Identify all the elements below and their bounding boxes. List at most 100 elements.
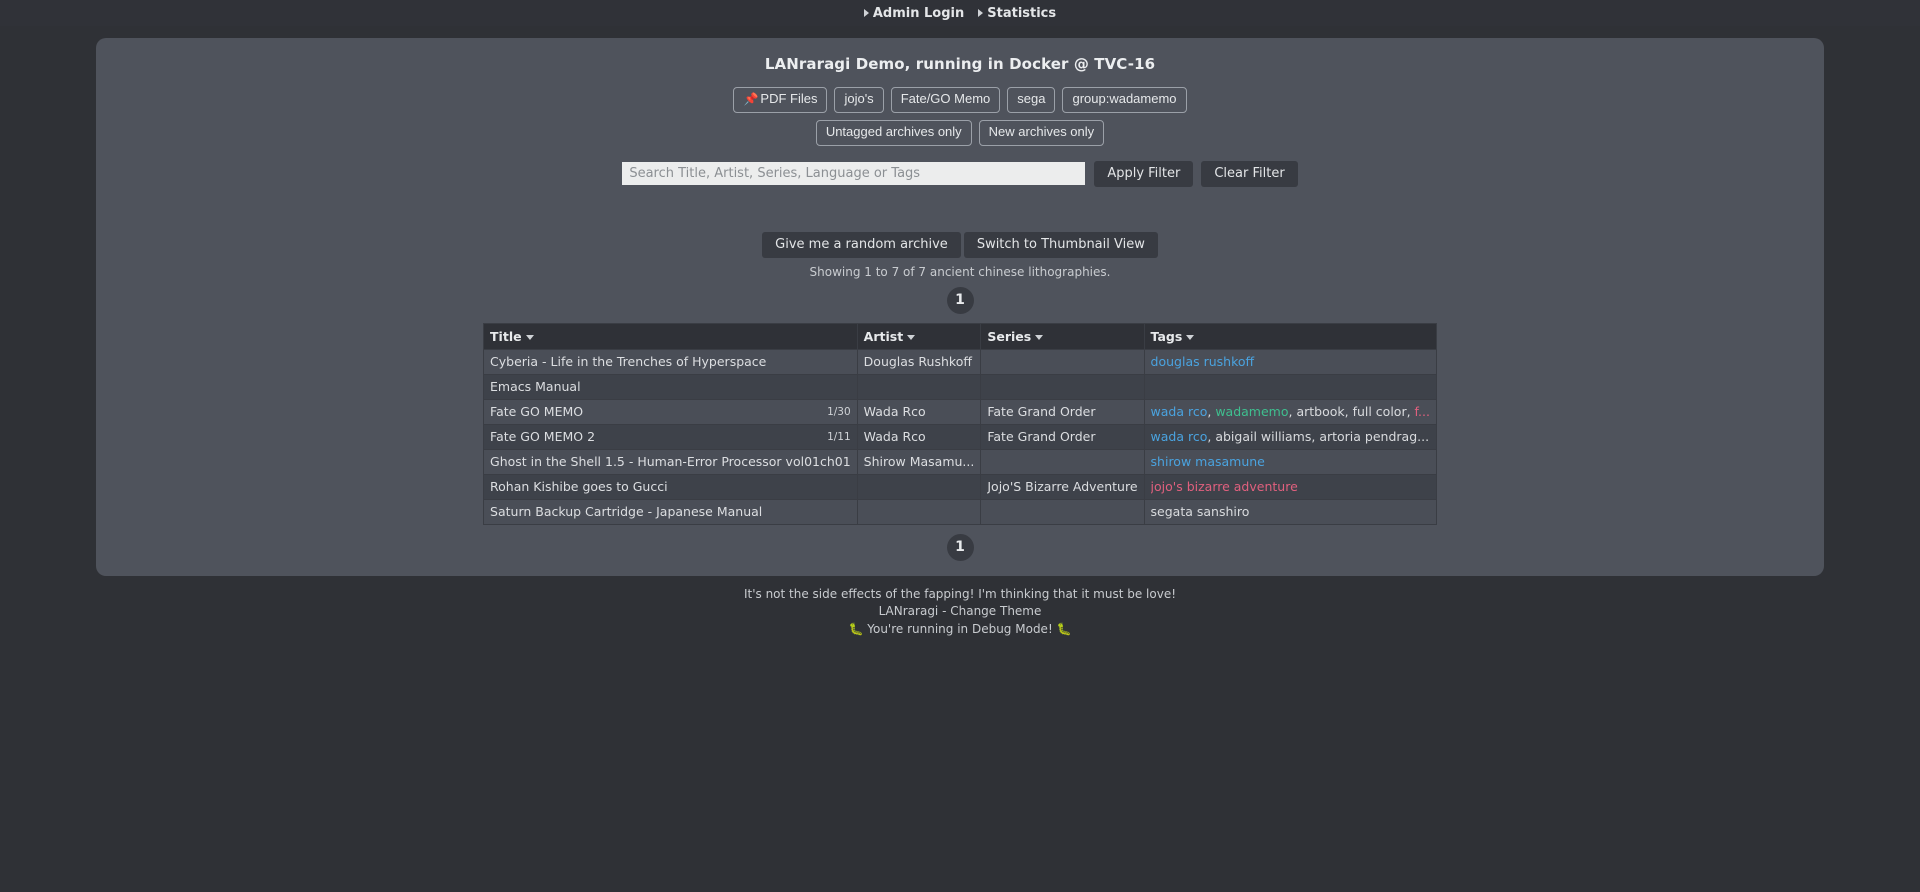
sort-caret-icon: [907, 334, 916, 340]
table-row[interactable]: Fate GO MEMO 1/30 Wada Rco Fate Grand Order…: [483, 398, 1437, 425]
filter-pill-0-label: PDF Files: [760, 91, 818, 106]
archive-table: Title Artist Series Tags Cyberia - Life …: [483, 322, 1437, 525]
tag-list: shirow masamune: [1150, 453, 1265, 469]
filter-pill-1-label: jojo's: [844, 91, 874, 106]
filter-pill-4[interactable]: group:wadamemo: [1062, 87, 1187, 113]
filter-pill-2[interactable]: Fate/GO Memo: [890, 87, 1001, 113]
filter-toggle-1-label: New archives only: [988, 123, 1095, 139]
filter-pill-0[interactable]: 📌 PDF Files: [733, 87, 828, 113]
artist-value: Wada Rco: [863, 403, 926, 419]
cell-title[interactable]: Emacs Manual: [483, 373, 858, 400]
cell-series: Fate Grand Order: [980, 398, 1145, 425]
page-button-1-bottom[interactable]: 1: [946, 533, 974, 561]
table-row[interactable]: Emacs Manual: [483, 373, 1437, 400]
random-archive-button[interactable]: Give me a random archive: [762, 231, 961, 258]
cell-series: Fate Grand Order: [980, 423, 1145, 450]
table-header-row: Title Artist Series Tags: [483, 322, 1437, 350]
cell-series: Jojo'S Bizarre Adventure: [980, 473, 1145, 500]
cell-tags[interactable]: [1143, 373, 1437, 400]
cell-artist: Wada Rco: [856, 398, 982, 425]
action-row: Give me a random archive Switch to Thumb…: [96, 231, 1824, 258]
pagination-top: 1: [96, 286, 1824, 314]
cell-title[interactable]: Rohan Kishibe goes to Gucci: [483, 473, 858, 500]
archive-title: Cyberia - Life in the Trenches of Hypers…: [490, 353, 767, 369]
search-input[interactable]: [622, 162, 1086, 186]
table-row[interactable]: Saturn Backup Cartridge - Japanese Manua…: [483, 498, 1437, 525]
archive-title: Fate GO MEMO: [490, 403, 584, 419]
nav-item-admin-login[interactable]: Admin Login: [863, 5, 965, 21]
page-button-1[interactable]: 1: [946, 286, 974, 314]
page-title: LANraragi Demo, running in Docker @ TVC-…: [764, 55, 1156, 73]
cell-title[interactable]: Cyberia - Life in the Trenches of Hypers…: [483, 348, 858, 375]
footer-separator: -: [938, 604, 951, 619]
column-header-series-label: Series: [987, 328, 1032, 344]
apply-filter-button[interactable]: Apply Filter: [1094, 160, 1194, 187]
cell-title[interactable]: Saturn Backup Cartridge - Japanese Manua…: [483, 498, 858, 525]
sort-caret-icon: [1186, 334, 1195, 340]
footer-app-name: LANraragi: [878, 604, 939, 619]
filter-pills-row-1: 📌 PDF Files jojo's Fate/GO Memo sega group:wa…: [96, 87, 1824, 113]
archive-title: Emacs Manual: [490, 378, 581, 394]
footer-appline: LANraragi - Change Theme: [0, 603, 1920, 620]
change-theme-link[interactable]: Change Theme: [950, 604, 1041, 618]
cell-series: [980, 498, 1145, 525]
table-row[interactable]: Fate GO MEMO 2 1/11 Wada Rco Fate Grand Ord…: [483, 423, 1437, 450]
archive-title: Ghost in the Shell 1.5 - Human-Error Pro…: [490, 453, 851, 469]
top-navbar: Admin Login Statistics: [0, 0, 1920, 26]
cell-artist: Shirow Masamu...: [856, 448, 982, 475]
filter-toggle-0-label: Untagged archives only: [825, 123, 962, 139]
filter-pills-row-2: Untagged archives only New archives only: [96, 119, 1824, 146]
filter-toggle-1[interactable]: New archives only: [978, 119, 1105, 146]
cell-series: [980, 448, 1145, 475]
filter-toggle-0[interactable]: Untagged archives only: [815, 119, 972, 146]
artist-value: Shirow Masamu...: [863, 453, 975, 469]
cell-artist: Douglas Rushkoff: [856, 348, 982, 375]
pagination-bottom: 1: [96, 533, 1824, 561]
filter-pill-3[interactable]: sega: [1007, 87, 1056, 113]
cell-tags[interactable]: segata sanshiro: [1143, 498, 1437, 525]
cell-title[interactable]: Fate GO MEMO 2 1/11: [483, 423, 858, 450]
cell-tags[interactable]: wada rco, wadamemo, artbook, full color,…: [1143, 398, 1437, 425]
page-progress-badge: 1/11: [827, 430, 851, 443]
caret-right-icon: [978, 9, 984, 17]
column-header-tags-label: Tags: [1150, 328, 1183, 344]
nav-item-statistics[interactable]: Statistics: [978, 6, 1056, 21]
table-row[interactable]: Ghost in the Shell 1.5 - Human-Error Pro…: [483, 448, 1437, 475]
search-row: Apply Filter Clear Filter: [96, 160, 1824, 187]
column-header-tags[interactable]: Tags: [1143, 322, 1437, 350]
cell-artist: [856, 473, 982, 500]
series-value: Fate Grand Order: [987, 428, 1096, 444]
filter-pill-1[interactable]: jojo's: [834, 87, 884, 113]
cell-tags[interactable]: wada rco, abigail williams, artoria pend…: [1143, 423, 1437, 450]
filter-pill-3-label: sega: [1017, 91, 1046, 106]
toggle-thumbnail-view-button[interactable]: Switch to Thumbnail View: [963, 231, 1158, 258]
column-header-series[interactable]: Series: [980, 322, 1145, 350]
cell-title[interactable]: Fate GO MEMO 1/30: [483, 398, 858, 425]
cell-artist: Wada Rco: [856, 423, 982, 450]
clear-filter-button[interactable]: Clear Filter: [1201, 160, 1298, 187]
cell-title[interactable]: Ghost in the Shell 1.5 - Human-Error Pro…: [483, 448, 858, 475]
column-header-artist[interactable]: Artist: [856, 322, 982, 350]
results-summary: Showing 1 to 7 of 7 ancient chinese lith…: [809, 264, 1111, 279]
sort-caret-icon: [1035, 334, 1044, 340]
cell-tags[interactable]: shirow masamune: [1143, 448, 1437, 475]
table-row[interactable]: Rohan Kishibe goes to Gucci Jojo'S Bizarr…: [483, 473, 1437, 500]
column-header-title-label: Title: [490, 328, 522, 344]
tag-list: segata sanshiro: [1150, 503, 1250, 519]
nav-item-admin-login-label: Admin Login: [872, 5, 965, 21]
cell-artist: [856, 373, 982, 400]
filter-pill-4-label: group:wadamemo: [1072, 91, 1177, 106]
tag-list: jojo's bizarre adventure: [1150, 478, 1298, 494]
column-header-title[interactable]: Title: [483, 322, 858, 350]
table-row[interactable]: Cyberia - Life in the Trenches of Hypers…: [483, 348, 1437, 375]
footer-tagline: It's not the side effects of the fapping…: [743, 587, 1177, 601]
cell-series: [980, 348, 1145, 375]
cell-tags[interactable]: jojo's bizarre adventure: [1143, 473, 1437, 500]
tag-list: douglas rushkoff: [1150, 353, 1255, 369]
series-value: Fate Grand Order: [987, 403, 1096, 419]
archive-table-body: Cyberia - Life in the Trenches of Hypers…: [483, 348, 1437, 525]
cell-artist: [856, 498, 982, 525]
sort-caret-icon: [525, 334, 534, 340]
archive-table-wrapper: Title Artist Series Tags Cyberia - Life …: [96, 322, 1824, 525]
cell-tags[interactable]: douglas rushkoff: [1143, 348, 1437, 375]
